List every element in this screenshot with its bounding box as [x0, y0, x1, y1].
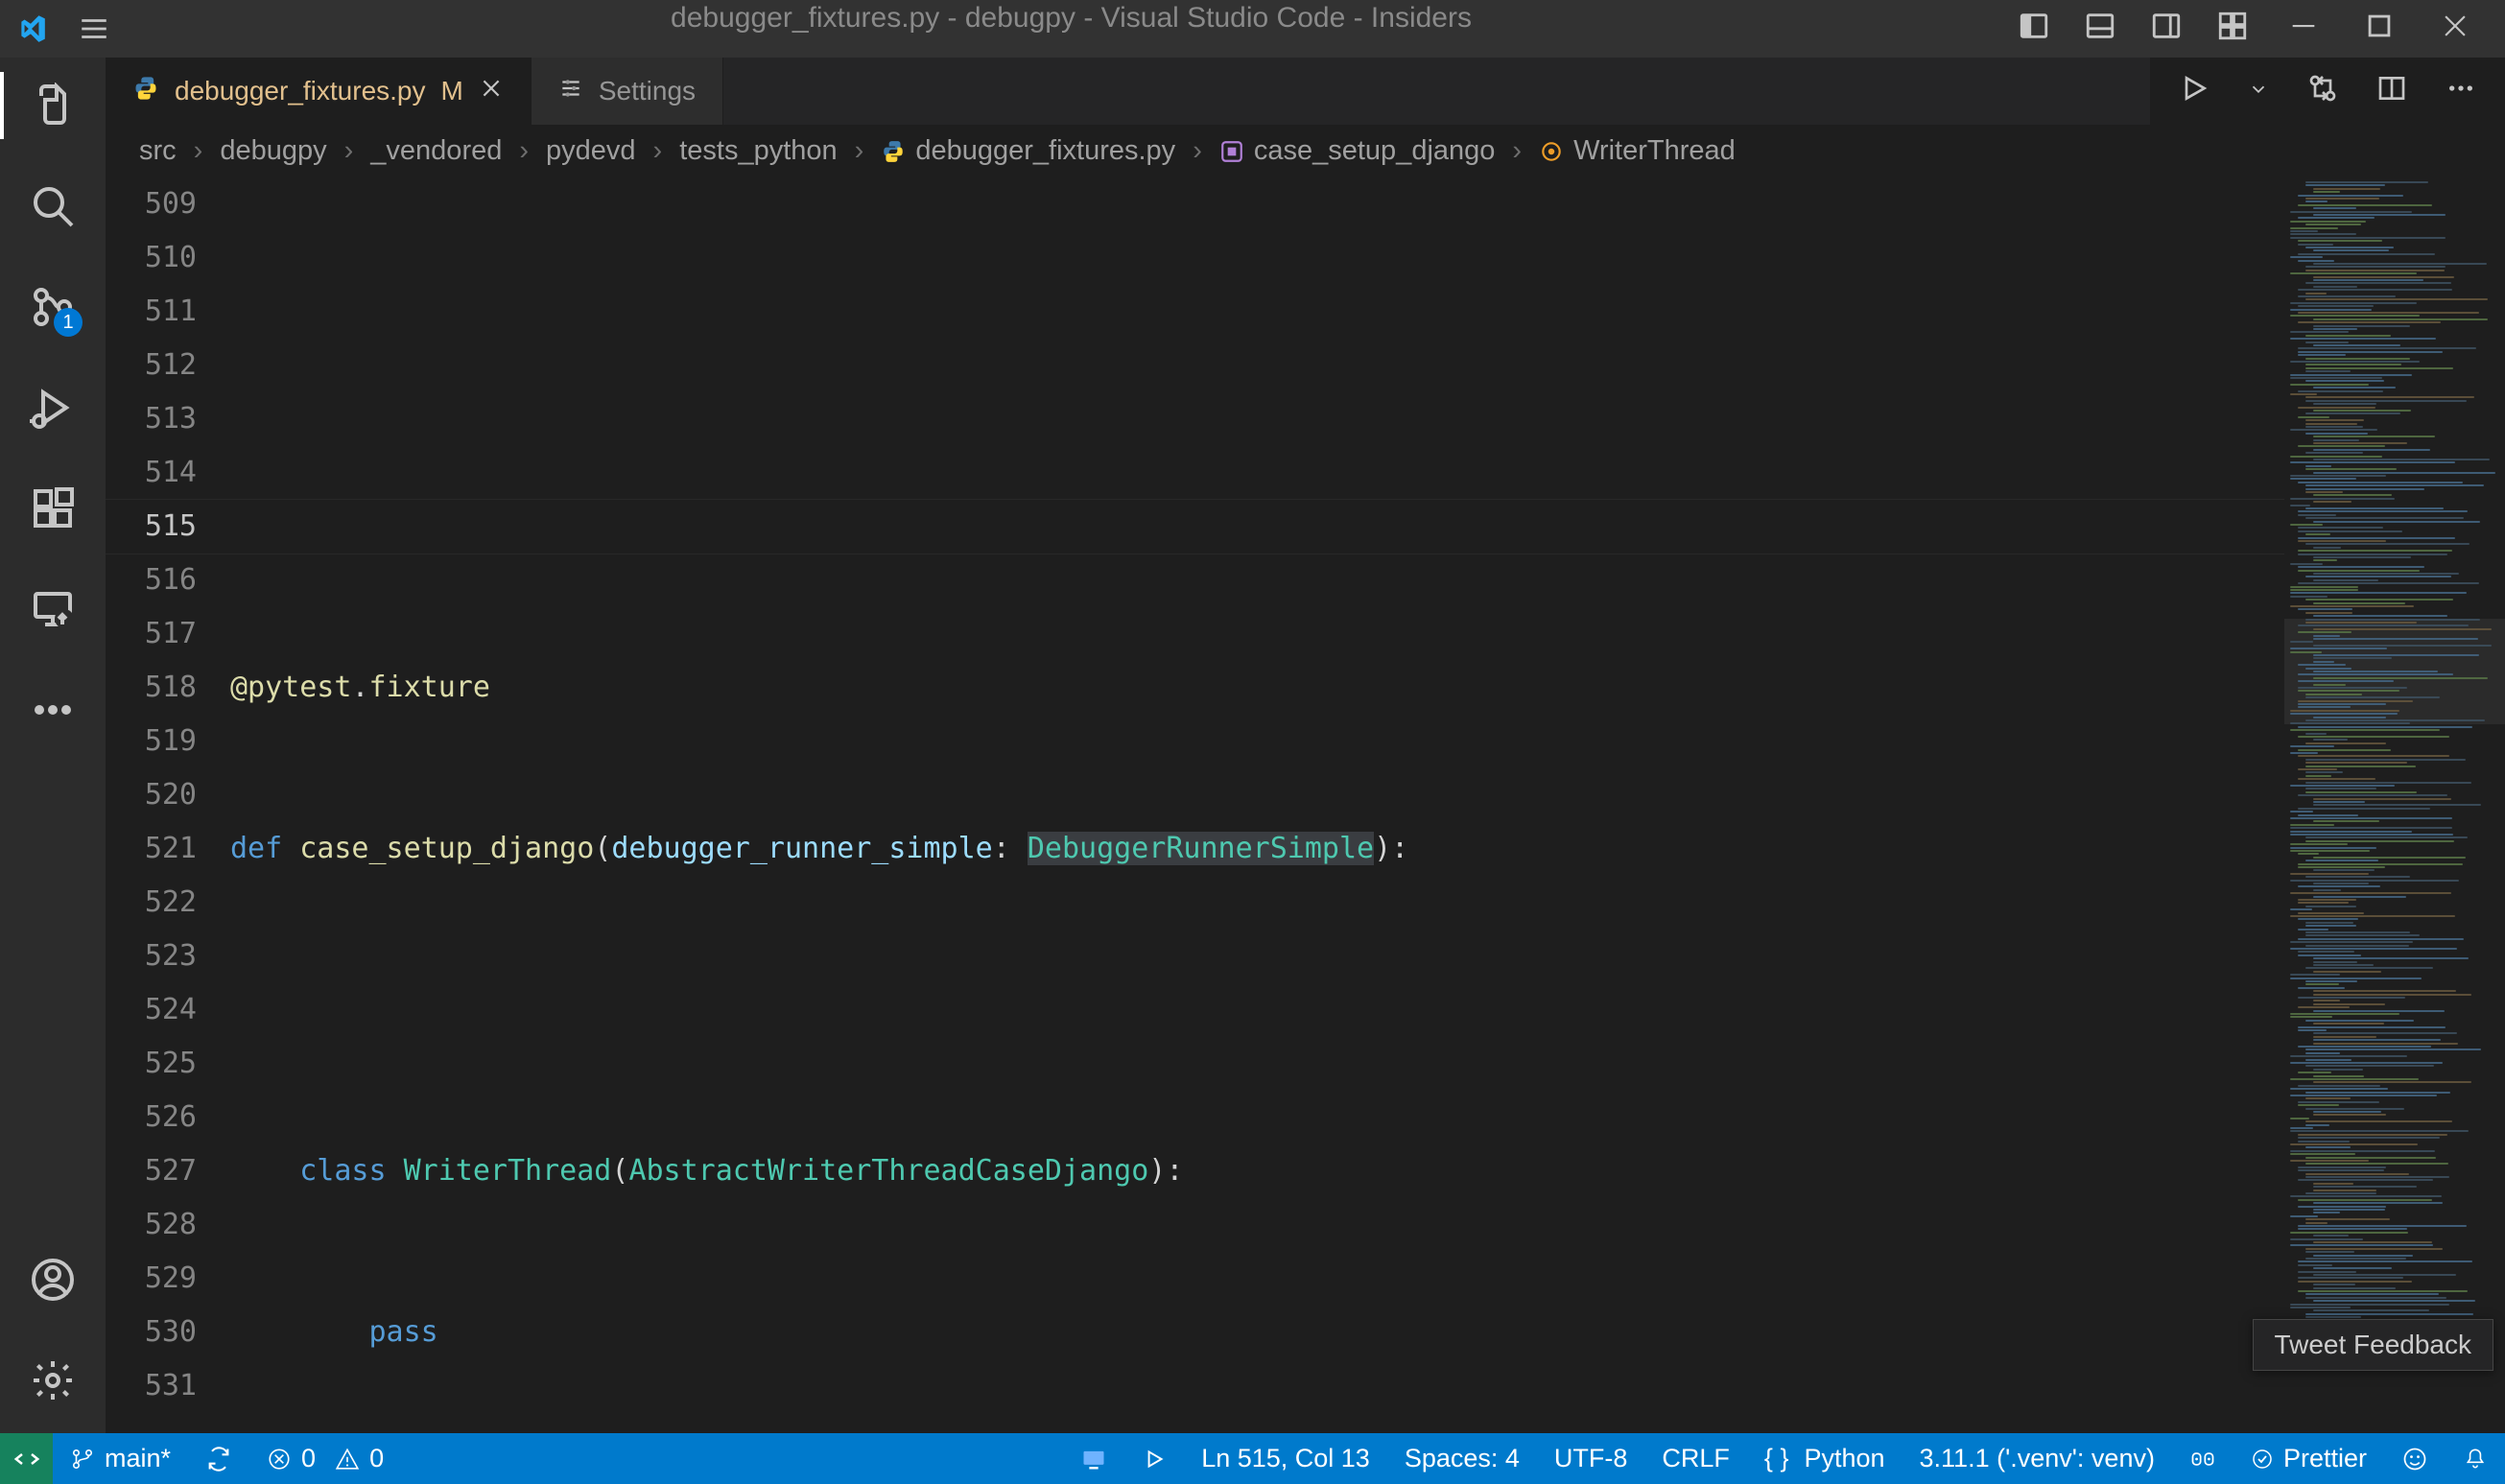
breadcrumb-function[interactable]: case_setup_django: [1219, 135, 1496, 167]
error-icon: [267, 1447, 292, 1472]
chevron-right-icon: ›: [1512, 135, 1522, 167]
run-file-icon[interactable]: [2179, 73, 2210, 110]
chevron-right-icon: ›: [344, 135, 354, 167]
close-tab-icon[interactable]: [479, 76, 504, 107]
window-controls: [2287, 10, 2505, 49]
source-control-tab[interactable]: 1: [29, 283, 77, 331]
additional-views-tab[interactable]: [29, 686, 77, 734]
branch-status[interactable]: main*: [53, 1433, 188, 1484]
chevron-right-icon: ›: [519, 135, 529, 167]
screen-icon: [1080, 1446, 1107, 1472]
breadcrumb-item[interactable]: tests_python: [679, 135, 837, 167]
prettier-check-icon: [2251, 1448, 2274, 1471]
toggle-panel-icon[interactable]: [2084, 10, 2116, 49]
app-icon: [0, 12, 62, 45]
editor-area: debugger_fixtures.py M Settings src › deb…: [106, 58, 2505, 1433]
status-bar: main* 0 0 Ln 515, Col 13 Spaces: 4 UTF-8…: [0, 1433, 2505, 1484]
extensions-tab[interactable]: [29, 484, 77, 532]
chevron-right-icon: ›: [1193, 135, 1202, 167]
maximize-button[interactable]: [2363, 10, 2396, 49]
breadcrumb-file[interactable]: debugger_fixtures.py: [881, 135, 1175, 167]
play-icon: [1142, 1447, 1167, 1472]
run-dropdown-icon[interactable]: [2248, 77, 2269, 106]
git-branch-icon: [70, 1447, 95, 1472]
breadcrumb-item[interactable]: pydevd: [546, 135, 636, 167]
code-content[interactable]: @pytest.fixture def case_setup_django(de…: [230, 177, 2284, 1433]
sync-button[interactable]: [188, 1433, 249, 1484]
settings-gear-tab[interactable]: [29, 1356, 77, 1404]
run-status[interactable]: [1124, 1433, 1184, 1484]
feedback-button[interactable]: [2384, 1433, 2446, 1484]
titlebar: debugger_fixtures.py - debugpy - Visual …: [0, 0, 2505, 58]
activity-bar: 1: [0, 58, 106, 1433]
braces-icon: { }: [1764, 1444, 1789, 1473]
explorer-tab[interactable]: [29, 82, 77, 130]
copilot-status[interactable]: [2172, 1433, 2233, 1484]
breadcrumb-item[interactable]: debugpy: [220, 135, 326, 167]
notifications-button[interactable]: [2446, 1433, 2505, 1484]
tab-debugger-fixtures[interactable]: debugger_fixtures.py M: [106, 58, 532, 125]
tab-label: Settings: [599, 76, 696, 106]
search-tab[interactable]: [29, 182, 77, 230]
breadcrumb-class[interactable]: WriterThread: [1539, 135, 1736, 167]
menu-button[interactable]: [62, 12, 125, 45]
source-control-badge: 1: [54, 308, 83, 337]
interpreter-status[interactable]: 3.11.1 ('.venv': venv): [1902, 1433, 2172, 1484]
copilot-icon: [2189, 1446, 2216, 1472]
indentation-status[interactable]: Spaces: 4: [1387, 1433, 1537, 1484]
cursor-position[interactable]: Ln 515, Col 13: [1184, 1433, 1387, 1484]
accounts-tab[interactable]: [29, 1256, 77, 1304]
class-icon: [1539, 139, 1564, 164]
modified-indicator: M: [441, 76, 463, 106]
encoding-status[interactable]: UTF-8: [1537, 1433, 1645, 1484]
editor-actions: [2150, 58, 2505, 125]
remote-button[interactable]: [0, 1433, 53, 1484]
customize-layout-icon[interactable]: [2216, 10, 2249, 49]
tab-settings[interactable]: Settings: [532, 58, 723, 125]
git-compare-icon[interactable]: [2307, 73, 2338, 110]
window-title: debugger_fixtures.py - debugpy - Visual …: [125, 2, 2018, 35]
tooltip: Tweet Feedback: [2253, 1319, 2493, 1371]
split-editor-icon[interactable]: [2376, 73, 2407, 110]
editor[interactable]: 5095105115125135145155165175185195205215…: [106, 177, 2505, 1433]
breadcrumb: src › debugpy › _vendored › pydevd › tests_p…: [106, 125, 2505, 177]
remote-explorer-tab[interactable]: [29, 585, 77, 633]
run-debug-tab[interactable]: [29, 384, 77, 432]
toggle-primary-sidebar-icon[interactable]: [2018, 10, 2050, 49]
breadcrumb-item[interactable]: src: [139, 135, 177, 167]
device-status[interactable]: [1063, 1433, 1124, 1484]
function-icon: [1219, 139, 1244, 164]
sync-icon: [205, 1446, 232, 1472]
feedback-icon: [2401, 1446, 2428, 1472]
language-mode[interactable]: { } Python: [1747, 1433, 1902, 1484]
warning-icon: [335, 1447, 360, 1472]
python-file-icon: [132, 75, 159, 108]
layout-controls: [2018, 10, 2287, 49]
tab-bar: debugger_fixtures.py M Settings: [106, 58, 2505, 125]
eol-status[interactable]: CRLF: [1644, 1433, 1747, 1484]
close-button[interactable]: [2439, 10, 2471, 49]
more-actions-icon[interactable]: [2446, 73, 2476, 110]
chevron-right-icon: ›: [194, 135, 203, 167]
minimize-button[interactable]: [2287, 10, 2320, 49]
chevron-right-icon: ›: [855, 135, 864, 167]
minimap[interactable]: [2284, 177, 2505, 1433]
toggle-secondary-sidebar-icon[interactable]: [2150, 10, 2183, 49]
tab-label: debugger_fixtures.py: [175, 76, 426, 106]
breadcrumb-item[interactable]: _vendored: [370, 135, 502, 167]
chevron-right-icon: ›: [653, 135, 663, 167]
line-gutter: 5095105115125135145155165175185195205215…: [106, 177, 230, 1433]
bell-icon: [2463, 1447, 2488, 1472]
problems-status[interactable]: 0 0: [249, 1433, 401, 1484]
python-file-icon: [881, 139, 906, 164]
settings-icon: [558, 76, 583, 107]
formatter-status[interactable]: Prettier: [2233, 1433, 2384, 1484]
